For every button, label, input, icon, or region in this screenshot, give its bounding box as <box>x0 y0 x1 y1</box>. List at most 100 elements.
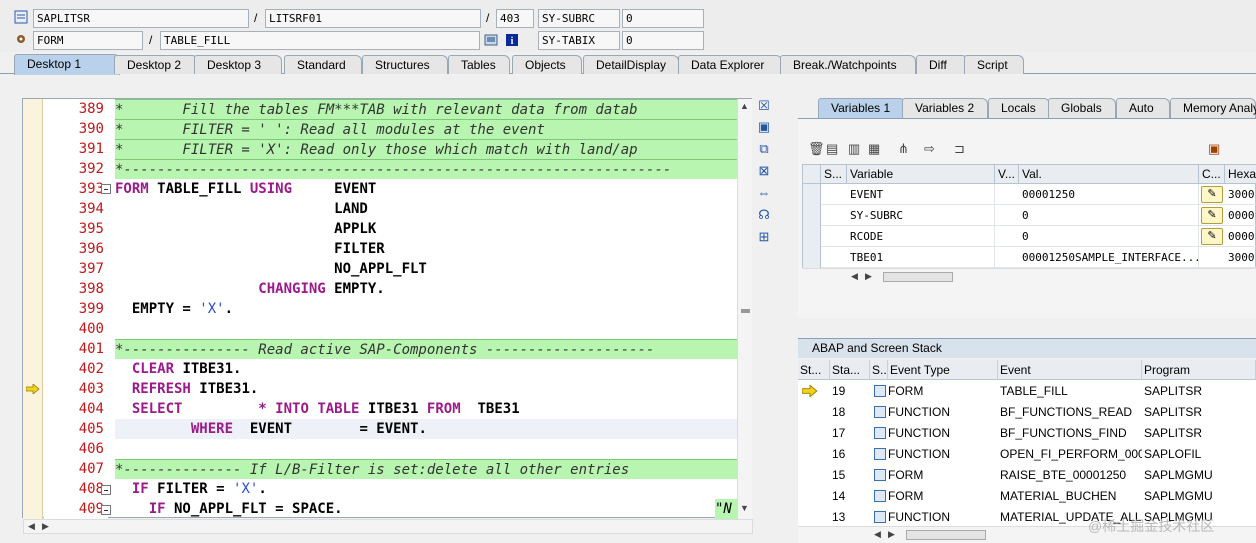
comment-line[interactable]: * FILTER = 'X': Read only those which ma… <box>115 139 737 159</box>
code-line[interactable]: EMPTY = 'X'. <box>115 299 737 319</box>
structure-icon[interactable]: ⋔ <box>898 141 909 157</box>
table-row[interactable]: SY-SUBRC 0 0000 ✎ <box>803 205 1256 226</box>
comment-line[interactable]: *-------------- If L/B-Filter is set:del… <box>115 459 737 479</box>
row-selector[interactable] <box>803 184 821 205</box>
scroll-thumb[interactable] <box>883 272 953 282</box>
scroll-right-icon[interactable]: ▶ <box>888 529 895 540</box>
vertical-scrollbar[interactable]: ▲ ▼ <box>737 99 752 519</box>
source-editor[interactable]: 389 390 391 392 393 394 395 396 397 398 399 400 401 4… <box>22 98 753 534</box>
col-level[interactable]: Sta... <box>830 360 870 380</box>
maximize-icon[interactable]: ⊠ <box>756 163 772 179</box>
col-st[interactable]: St... <box>798 360 830 380</box>
col-s[interactable]: S... <box>870 360 888 380</box>
code-line[interactable] <box>115 439 737 459</box>
copy-icon[interactable]: ▥ <box>848 141 860 157</box>
variable-cell[interactable]: EVENT <box>847 184 995 205</box>
sysfield-name-1[interactable]: SY-SUBRC <box>538 9 620 28</box>
tab-variables-1[interactable]: Variables 1 <box>818 98 906 118</box>
comment-line[interactable]: *---------------------------------------… <box>115 159 737 179</box>
code-line[interactable]: SELECT * INTO TABLE ITBE31 FROM TBE31 <box>115 399 737 419</box>
tab-auto[interactable]: Auto <box>1116 98 1170 118</box>
variable-cell[interactable]: TBE01 <box>847 247 995 268</box>
hex-cell[interactable]: 3000 <box>1225 247 1256 268</box>
line-field[interactable]: 403 <box>496 9 534 28</box>
hex-cell[interactable]: 0000 <box>1225 205 1256 226</box>
variable-cell[interactable]: RCODE <box>847 226 995 247</box>
col-hex[interactable]: Hexa <box>1225 165 1256 184</box>
stack-row[interactable]: 16 FUNCTION OPEN_FI_PERFORM_000... SAPLOFIL <box>798 444 1256 465</box>
fold-toggle[interactable] <box>101 184 111 194</box>
tab-objects[interactable]: Objects <box>512 55 582 74</box>
edit-pencil-icon[interactable]: ✎ <box>1201 186 1223 203</box>
edit-pencil-icon[interactable]: ✎ <box>1201 207 1223 224</box>
event-name-field[interactable]: TABLE_FILL <box>160 31 480 50</box>
scroll-thumb[interactable] <box>741 309 750 313</box>
save-icon[interactable]: ▣ <box>1208 141 1220 157</box>
code-lines[interactable]: * Fill the tables FM***TAB with relevant… <box>115 99 737 519</box>
table-row[interactable]: TBE01 00001250SAMPLE_INTERFACE... 3000 <box>803 247 1256 268</box>
code-line[interactable]: FORM TABLE_FILL USING EVENT <box>115 179 737 199</box>
col-variable[interactable]: Variable <box>847 165 995 184</box>
code-line[interactable]: FILTER <box>115 239 737 259</box>
scroll-thumb[interactable] <box>906 530 986 540</box>
stack-row[interactable]: 17 FUNCTION BF_FUNCTIONS_FIND SAPLITSR <box>798 423 1256 444</box>
breakpoint-gutter[interactable] <box>23 99 43 519</box>
tab-globals[interactable]: Globals <box>1048 98 1116 118</box>
stack-row[interactable]: 19 FORM TABLE_FILL SAPLITSR <box>798 381 1256 402</box>
row-selector[interactable] <box>803 247 821 268</box>
sysfield-name-2[interactable]: SY-TABIX <box>538 31 620 50</box>
fold-toggle[interactable] <box>101 485 111 495</box>
scroll-up-icon[interactable]: ▲ <box>740 101 749 111</box>
edit-pencil-icon[interactable]: ✎ <box>1201 228 1223 245</box>
code-line[interactable]: CHANGING EMPTY. <box>115 279 737 299</box>
resize-icon[interactable]: ⇔ <box>756 185 772 201</box>
sysfield-value-2[interactable]: 0 <box>622 31 704 50</box>
code-line[interactable]: IF NO_APPL_FLT = SPACE. <box>115 499 737 519</box>
scroll-left-icon[interactable]: ◀ <box>874 529 881 540</box>
col-v[interactable]: V... <box>995 165 1019 184</box>
value-cell[interactable]: 0 <box>1019 226 1199 247</box>
code-line[interactable]: WHERE EVENT = EVENT. <box>115 419 737 439</box>
code-line[interactable] <box>115 319 737 339</box>
col-event-type[interactable]: Event Type <box>888 360 998 380</box>
table-row[interactable]: RCODE 0 0000 ✎ <box>803 226 1256 247</box>
swap-icon[interactable]: ⧉ <box>756 141 772 157</box>
tab-desktop-1[interactable]: Desktop 1 <box>14 54 120 75</box>
variables-hscrollbar[interactable]: ◀ ▶ <box>803 268 1256 284</box>
include-field[interactable]: LITSRF01 <box>265 9 481 28</box>
stack-row[interactable]: 18 FUNCTION BF_FUNCTIONS_READ SAPLITSR <box>798 402 1256 423</box>
code-line[interactable]: REFRESH ITBE31. <box>115 379 737 399</box>
info-icon[interactable]: i <box>505 33 519 47</box>
sysfield-value-1[interactable]: 0 <box>622 9 704 28</box>
tab-memory-analysis[interactable]: Memory Analy <box>1170 98 1256 118</box>
comment-line[interactable]: * Fill the tables FM***TAB with relevant… <box>115 99 737 119</box>
delete-icon[interactable]: 🗑 <box>808 141 825 157</box>
horizontal-scrollbar[interactable]: ◀ ▶ <box>23 519 753 534</box>
fold-toggle[interactable] <box>101 505 111 515</box>
variable-cell[interactable]: SY-SUBRC <box>847 205 995 226</box>
code-line[interactable]: NO_APPL_FLT <box>115 259 737 279</box>
tab-data-explorer[interactable]: Data Explorer <box>678 55 782 74</box>
code-line[interactable]: APPLK <box>115 219 737 239</box>
headset-icon[interactable]: ☊ <box>756 207 772 223</box>
row-selector[interactable] <box>803 226 821 247</box>
export-icon[interactable]: ▦ <box>868 141 880 157</box>
tab-script[interactable]: Script <box>964 55 1024 74</box>
tab-diff[interactable]: Diff <box>916 55 968 74</box>
code-line[interactable]: LAND <box>115 199 737 219</box>
tab-desktop-2[interactable]: Desktop 2 <box>114 55 198 74</box>
stack-row[interactable]: 15 FORM RAISE_BTE_00001250 SAPLMGMU <box>798 465 1256 486</box>
filter-icon[interactable]: ⊐ <box>954 141 965 157</box>
value-cell[interactable]: 0 <box>1019 205 1199 226</box>
scroll-down-icon[interactable]: ▼ <box>740 503 749 513</box>
tab-locals[interactable]: Locals <box>988 98 1050 118</box>
hex-cell[interactable]: 0000 <box>1225 226 1256 247</box>
scroll-left-icon[interactable]: ◀ <box>28 521 35 532</box>
col-event[interactable]: Event <box>998 360 1142 380</box>
row-selector[interactable] <box>803 205 821 226</box>
tab-breakpoints[interactable]: Break./Watchpoints <box>780 55 916 74</box>
comment-line[interactable]: * FILTER = ' ': Read all modules at the … <box>115 119 737 139</box>
close-icon[interactable]: ☒ <box>756 98 772 114</box>
program-field[interactable]: SAPLITSR <box>33 9 249 28</box>
tab-tables[interactable]: Tables <box>448 55 510 74</box>
